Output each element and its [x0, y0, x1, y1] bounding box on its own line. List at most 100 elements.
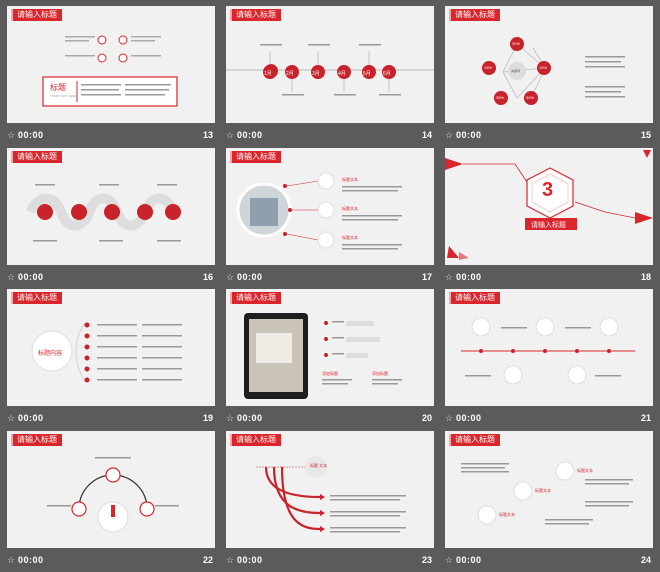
bottom-label: 添加标题 [372, 371, 388, 376]
percent-label: 15% [484, 65, 493, 70]
slide-number: 19 [202, 413, 213, 423]
slide-17-graphic [236, 172, 402, 250]
slide-timing: 00:00 [18, 272, 44, 282]
slide-timing: 00:00 [18, 130, 44, 140]
slide-timing: 00:00 [237, 272, 263, 282]
slide-timing: 00:00 [456, 272, 482, 282]
slide-footer: ☆ 00:00 21 [445, 406, 653, 430]
slide-timing: 00:00 [237, 130, 263, 140]
star-icon[interactable]: ☆ [445, 413, 455, 423]
section-number: 3 [542, 179, 554, 201]
slide-footer: ☆ 00:00 24 [445, 548, 653, 572]
slide-footer: ☆ 00:00 18 [445, 265, 653, 289]
slide-thumbnail-14[interactable]: 请输入标题 1月 2月 3月 4月 5月 6月 ☆ 00:00 14 [226, 6, 434, 147]
center-label: 关键词 [511, 69, 521, 73]
slide-timing: 00:00 [237, 413, 263, 423]
item-title: 标题文本 [342, 235, 358, 240]
bottom-label: 添加标题 [322, 371, 338, 376]
month-label: 1月 [264, 71, 272, 77]
percent-label: 35% [496, 95, 505, 100]
star-icon[interactable]: ☆ [445, 555, 455, 565]
slide-preview: 请输入标题 [445, 289, 653, 406]
slide-thumbnail-13[interactable]: 请输入标题 标题 YOUR COPY HERE ☆ 00:00 13 [7, 6, 215, 147]
slide-thumbnail-17[interactable]: 请输入标题 标题文本 标题文本 标题文本 ☆ 00:00 17 [226, 148, 434, 289]
star-icon[interactable]: ☆ [226, 130, 236, 140]
slide-thumbnail-23[interactable]: 请输入标题 标题 文本 ☆ 00:00 23 [226, 431, 434, 572]
slide-thumbnail-22[interactable]: 请输入标题 ☆ 00:00 22 [7, 431, 215, 572]
circle-label: 标题内容 [38, 351, 63, 357]
star-icon[interactable]: ☆ [226, 413, 236, 423]
slide-number: 20 [421, 413, 432, 423]
slide-number: 16 [202, 272, 213, 282]
slide-16-graphic [26, 184, 181, 242]
month-label: 3月 [312, 71, 320, 77]
slide-footer: ☆ 00:00 14 [226, 123, 434, 147]
slide-timing: 00:00 [456, 413, 482, 423]
star-icon[interactable]: ☆ [7, 413, 17, 423]
slide-18-graphic [445, 150, 653, 260]
slide-thumbnail-18[interactable]: 3 请输入标题 ☆ 00:00 18 [445, 148, 653, 289]
item-title: 标题文本 [342, 177, 358, 182]
slide-preview: 请输入标题 标题文本 标题文本 标题文本 [226, 148, 434, 265]
slide-number: 21 [640, 413, 651, 423]
slide-thumbnail-20[interactable]: 请输入标题 添加标题 添加标题 ☆ 00:00 20 [226, 289, 434, 430]
slide-preview: 请输入标题 标题 YOUR COPY HERE [7, 6, 215, 123]
slide-footer: ☆ 00:00 13 [7, 123, 215, 147]
percent-label: 30% [526, 95, 535, 100]
slide-thumbnail-21[interactable]: 请输入标题 ☆ 00:00 21 [445, 289, 653, 430]
slide-13-graphic [42, 35, 178, 107]
slide-preview: 请输入标题 标题内容 [7, 289, 215, 406]
slide-preview: 请输入标题 标题文本 标题文本 标题文本 [445, 431, 653, 548]
item-label: 标题文本 [577, 468, 593, 473]
slide-thumbnail-16[interactable]: 请输入标题 ☆ 00:00 16 [7, 148, 215, 289]
percent-label: 10% [539, 65, 548, 70]
slide-timing: 00:00 [18, 555, 44, 565]
slide-number: 23 [421, 555, 432, 565]
item-title: 标题文本 [342, 206, 358, 211]
month-label: 6月 [383, 71, 391, 77]
star-icon[interactable]: ☆ [445, 272, 455, 282]
slide-number: 17 [421, 272, 432, 282]
slide-preview: 请输入标题 1月 2月 3月 4月 5月 6月 [226, 6, 434, 123]
slide-thumbnail-19[interactable]: 请输入标题 标题内容 ☆ 00:00 19 [7, 289, 215, 430]
slide-footer: ☆ 00:00 16 [7, 265, 215, 289]
bubble-label: 标题 文本 [310, 463, 328, 468]
slide-preview: 3 请输入标题 [445, 148, 653, 265]
star-icon[interactable]: ☆ [7, 130, 17, 140]
slide-subheading: YOUR COPY HERE [50, 94, 78, 98]
slide-number: 18 [640, 272, 651, 282]
section-title: 请输入标题 [531, 222, 566, 229]
slide-timing: 00:00 [456, 555, 482, 565]
slide-preview: 请输入标题 30% 10% 30% 35% 15% 关键词 [445, 6, 653, 123]
slide-15-graphic [482, 37, 625, 105]
slide-number: 24 [640, 555, 651, 565]
slide-preview: 请输入标题 [7, 431, 215, 548]
slide-thumbnail-24[interactable]: 请输入标题 标题文本 标题文本 标题文本 ☆ 00:00 24 [445, 431, 653, 572]
percent-label: 30% [512, 41, 521, 46]
month-label: 2月 [286, 71, 294, 77]
slide-timing: 00:00 [456, 130, 482, 140]
slide-number: 22 [202, 555, 213, 565]
slide-14-graphic [226, 44, 434, 96]
slide-number: 14 [421, 130, 432, 140]
slide-footer: ☆ 00:00 15 [445, 123, 653, 147]
slide-footer: ☆ 00:00 22 [7, 548, 215, 572]
slide-preview: 请输入标题 [7, 148, 215, 265]
slide-23-graphic [256, 456, 406, 533]
slide-footer: ☆ 00:00 20 [226, 406, 434, 430]
item-label: 标题文本 [499, 512, 515, 517]
slide-timing: 00:00 [237, 555, 263, 565]
star-icon[interactable]: ☆ [7, 272, 17, 282]
slide-heading: 标题 [50, 83, 66, 92]
slide-number: 15 [640, 130, 651, 140]
month-label: 4月 [338, 71, 346, 77]
slide-timing: 00:00 [18, 413, 44, 423]
slide-thumbnail-15[interactable]: 请输入标题 30% 10% 30% 35% 15% 关键词 ☆ 00:00 15 [445, 6, 653, 147]
star-icon[interactable]: ☆ [226, 272, 236, 282]
slide-preview: 请输入标题 标题 文本 [226, 431, 434, 548]
month-label: 5月 [363, 71, 371, 77]
slide-footer: ☆ 00:00 23 [226, 548, 434, 572]
star-icon[interactable]: ☆ [7, 555, 17, 565]
star-icon[interactable]: ☆ [445, 130, 455, 140]
star-icon[interactable]: ☆ [226, 555, 236, 565]
